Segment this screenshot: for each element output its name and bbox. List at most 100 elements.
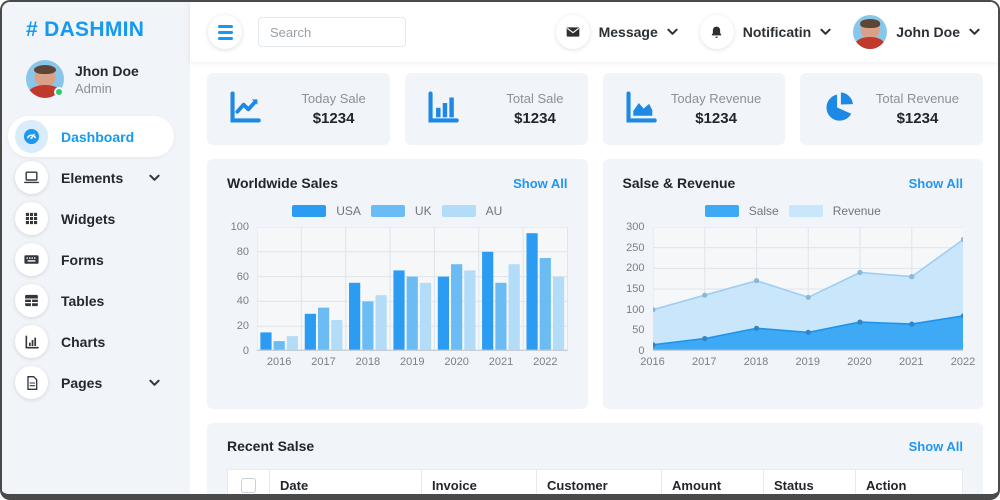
main-area: Message Notificatin John Doe <box>190 2 998 494</box>
recent-salse-card: Recent Salse Show All Date Invoice Custo… <box>207 423 983 494</box>
sidebar-item-dashboard[interactable]: Dashboard <box>8 116 174 157</box>
stat-card-today-revenue[interactable]: Today Revenue $1234 <box>602 73 786 145</box>
y-tick-label: 150 <box>626 283 645 295</box>
stat-card-total-revenue[interactable]: Total Revenue $1234 <box>800 73 983 145</box>
chevron-down-icon <box>149 379 160 387</box>
app-logo[interactable]: # DASHMIN <box>2 2 190 50</box>
notification-label: Notificatin <box>742 24 812 40</box>
chevron-down-icon <box>667 28 678 35</box>
y-tick-label: 100 <box>626 303 645 316</box>
column-header-invoice[interactable]: Invoice <box>421 469 537 494</box>
grid-icon <box>15 202 48 235</box>
column-header-action[interactable]: Action <box>855 469 963 494</box>
sidebar-item-tables[interactable]: Tables <box>8 280 174 321</box>
show-all-link[interactable]: Show All <box>909 176 963 191</box>
sidebar-item-label: Pages <box>61 374 103 391</box>
y-tick-label: 20 <box>236 320 249 333</box>
line-chart-icon <box>227 88 265 131</box>
worldwide-sales-card: Worldwide Sales Show All USA UK AU 100 80… <box>207 159 588 409</box>
online-status-dot <box>54 87 64 97</box>
stat-card-total-sale[interactable]: Total Sale $1234 <box>404 73 588 145</box>
card-title: Worldwide Sales <box>227 175 338 191</box>
x-tick-label: 2018 <box>355 356 381 368</box>
y-tick-label: 0 <box>242 345 249 357</box>
sidebar-user-profile[interactable]: Jhon Doe Admin <box>2 50 190 110</box>
x-tick-label: 2019 <box>400 356 425 368</box>
y-tick-label: 300 <box>626 221 645 233</box>
sidebar-toggle-button[interactable] <box>208 15 242 49</box>
select-all-checkbox[interactable] <box>241 478 256 493</box>
stat-value: $1234 <box>514 110 556 127</box>
area-chart-x-axis: 2016 2017 2018 2019 2020 2021 2022 <box>640 356 975 372</box>
x-tick-label: 2016 <box>640 356 665 368</box>
sidebar-item-forms[interactable]: Forms <box>8 239 174 280</box>
keyboard-icon <box>15 243 48 276</box>
legend-label-au: AU <box>485 204 503 218</box>
sidebar-item-label: Widgets <box>61 210 116 227</box>
y-tick-label: 40 <box>236 295 249 308</box>
salse-revenue-area-chart[interactable] <box>652 227 963 351</box>
bar-chart-icon <box>425 88 463 131</box>
sidebar-item-charts[interactable]: Charts <box>8 321 174 362</box>
search-input[interactable] <box>258 17 406 47</box>
stat-title: Today Revenue <box>670 91 762 106</box>
legend-label-usa: USA <box>336 204 361 218</box>
show-all-link[interactable]: Show All <box>513 176 567 191</box>
sidebar-item-widgets[interactable]: Widgets <box>8 198 174 239</box>
y-tick-label: 250 <box>626 241 645 254</box>
user-dropdown[interactable]: John Doe <box>853 15 980 49</box>
topbar: Message Notificatin John Doe <box>190 2 998 62</box>
area-chart-icon <box>623 88 661 131</box>
y-tick-label: 100 <box>230 221 249 233</box>
show-all-link[interactable]: Show All <box>909 439 963 454</box>
legend-swatch-salse <box>704 205 739 217</box>
column-header-amount[interactable]: Amount <box>661 469 764 494</box>
worldwide-sales-bar-chart[interactable] <box>257 227 568 351</box>
stat-title: Total Revenue <box>875 91 959 106</box>
stats-row: Today Sale $1234 Total Sale $1234 Today … <box>207 73 983 145</box>
sidebar-item-pages[interactable]: Pages <box>8 362 174 403</box>
stat-value: $1234 <box>312 110 355 127</box>
sidebar-item-elements[interactable]: Elements <box>8 157 174 198</box>
laptop-icon <box>15 161 48 194</box>
bell-icon <box>699 15 734 49</box>
recent-salse-table: Date Invoice Customer Amount Status Acti… <box>227 469 963 494</box>
select-all-cell <box>227 469 270 494</box>
user-name: Jhon Doe <box>75 62 139 79</box>
message-dropdown[interactable]: Message <box>555 15 678 49</box>
x-tick-label: 2017 <box>311 356 336 368</box>
message-label: Message <box>598 24 658 40</box>
column-header-date[interactable]: Date <box>269 469 422 494</box>
x-tick-label: 2020 <box>847 356 872 368</box>
y-tick-label: 60 <box>236 270 249 283</box>
x-tick-label: 2021 <box>488 356 514 368</box>
x-tick-label: 2022 <box>533 356 558 368</box>
area-chart-legend: Salse Revenue <box>623 204 964 218</box>
envelope-icon <box>555 15 590 49</box>
legend-swatch-uk <box>370 205 405 217</box>
card-title: Salse & Revenue <box>622 175 736 191</box>
stat-title: Today Sale <box>301 91 366 106</box>
chevron-down-icon <box>820 28 831 35</box>
bar-chart-x-axis: 2016 2017 2018 2019 2020 2021 2022 <box>257 356 568 372</box>
legend-label-uk: UK <box>414 204 432 218</box>
sidebar-nav: Dashboard Elements Widgets Forms Tables … <box>2 110 190 403</box>
stat-card-today-sale[interactable]: Today Sale $1234 <box>207 73 390 145</box>
chevron-down-icon <box>969 28 980 35</box>
user-avatar <box>26 60 64 98</box>
legend-swatch-revenue <box>788 205 823 217</box>
table-icon <box>15 284 48 317</box>
sidebar-item-label: Dashboard <box>61 128 135 145</box>
stat-value: $1234 <box>896 110 939 127</box>
stat-title: Total Sale <box>506 91 564 106</box>
user-role: Admin <box>75 80 112 96</box>
column-header-customer[interactable]: Customer <box>536 469 662 494</box>
legend-swatch-au <box>441 205 476 217</box>
sidebar-item-label: Elements <box>61 169 124 186</box>
column-header-status[interactable]: Status <box>763 469 856 494</box>
notification-dropdown[interactable]: Notificatin <box>699 15 831 49</box>
y-tick-label: 200 <box>626 262 645 275</box>
x-tick-label: 2020 <box>444 356 469 368</box>
legend-swatch-usa <box>292 205 327 217</box>
user-avatar <box>853 15 888 49</box>
